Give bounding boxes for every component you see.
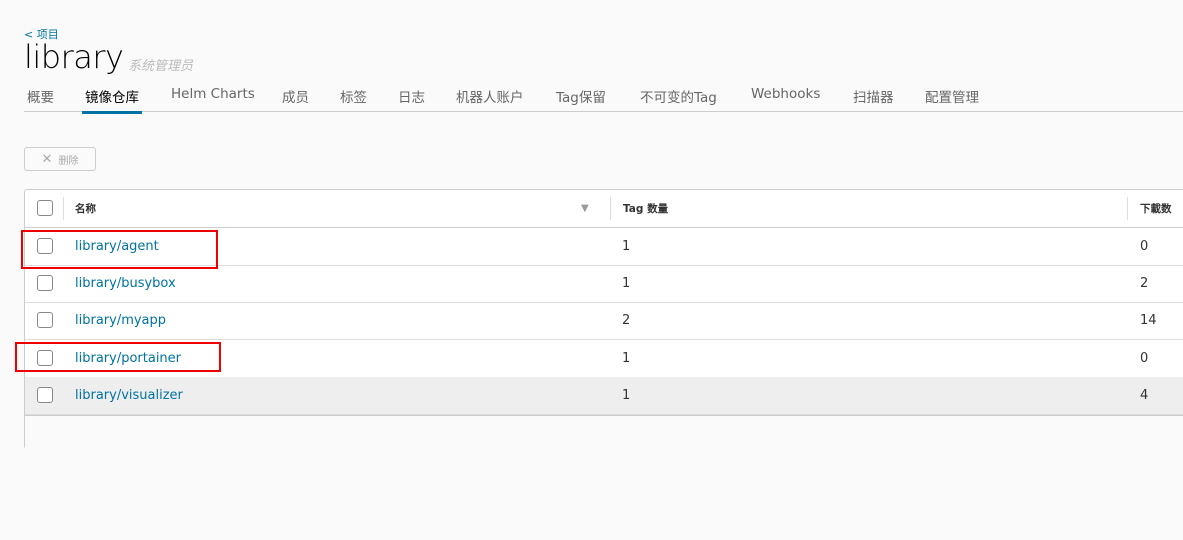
highlight-box — [21, 230, 218, 269]
tag-count: 1 — [622, 388, 631, 403]
download-count: 0 — [1140, 239, 1149, 254]
download-count: 2 — [1140, 276, 1149, 291]
tab-immutable-tags[interactable]: 不可变的Tag — [640, 86, 717, 106]
repo-link[interactable]: library/myapp — [75, 313, 166, 328]
tag-count: 1 — [622, 351, 631, 366]
table-row[interactable]: library/busybox 1 2 — [25, 265, 1183, 303]
delete-label: 删除 — [58, 155, 79, 167]
table-row[interactable]: library/myapp 2 14 — [25, 302, 1183, 340]
delete-button[interactable]: ✕ 删除 — [24, 147, 96, 171]
row-checkbox[interactable] — [37, 387, 53, 403]
download-count: 4 — [1140, 388, 1149, 403]
tab-configuration[interactable]: 配置管理 — [925, 86, 979, 106]
tag-count: 2 — [622, 313, 631, 328]
tag-count: 1 — [622, 276, 631, 291]
tab-robot-accounts[interactable]: 机器人账户 — [456, 86, 524, 106]
table-footer — [25, 415, 1183, 449]
close-icon: ✕ — [41, 151, 53, 167]
page-title: library — [24, 38, 124, 76]
tab-scanners[interactable]: 扫描器 — [853, 86, 894, 106]
download-count: 14 — [1140, 313, 1157, 328]
tag-count: 1 — [622, 239, 631, 254]
row-checkbox[interactable] — [37, 275, 53, 291]
filter-icon[interactable]: ▼ — [581, 203, 589, 214]
highlight-box — [15, 342, 221, 372]
tab-helm-charts[interactable]: Helm Charts — [171, 86, 255, 102]
tab-repositories[interactable]: 镜像仓库 — [82, 86, 142, 114]
column-downloads[interactable]: 下載数 — [1140, 201, 1172, 216]
repo-link[interactable]: library/busybox — [75, 276, 176, 291]
tab-logs[interactable]: 日志 — [398, 86, 425, 106]
tab-members[interactable]: 成员 — [282, 86, 309, 106]
tab-summary[interactable]: 概要 — [27, 86, 54, 106]
download-count: 0 — [1140, 351, 1149, 366]
tab-tag-retention[interactable]: Tag保留 — [556, 86, 606, 106]
tab-webhooks[interactable]: Webhooks — [751, 86, 820, 102]
tab-bar: 概要 镜像仓库 Helm Charts 成员 标签 日志 机器人账户 Tag保留… — [24, 80, 1183, 114]
select-all-checkbox[interactable] — [37, 200, 53, 216]
column-tag-count[interactable]: Tag 数量 — [623, 201, 668, 216]
table-header: 名称 ▼ Tag 数量 下載数 — [25, 190, 1183, 228]
repo-link[interactable]: library/visualizer — [75, 388, 183, 403]
row-checkbox[interactable] — [37, 312, 53, 328]
tab-labels[interactable]: 标签 — [340, 86, 367, 106]
column-name[interactable]: 名称 — [75, 201, 96, 216]
table-row[interactable]: library/visualizer 1 4 — [25, 377, 1183, 415]
repository-table: 名称 ▼ Tag 数量 下載数 library/agent 1 0 librar… — [24, 189, 1183, 449]
role-label: 系统管理员 — [128, 59, 194, 74]
